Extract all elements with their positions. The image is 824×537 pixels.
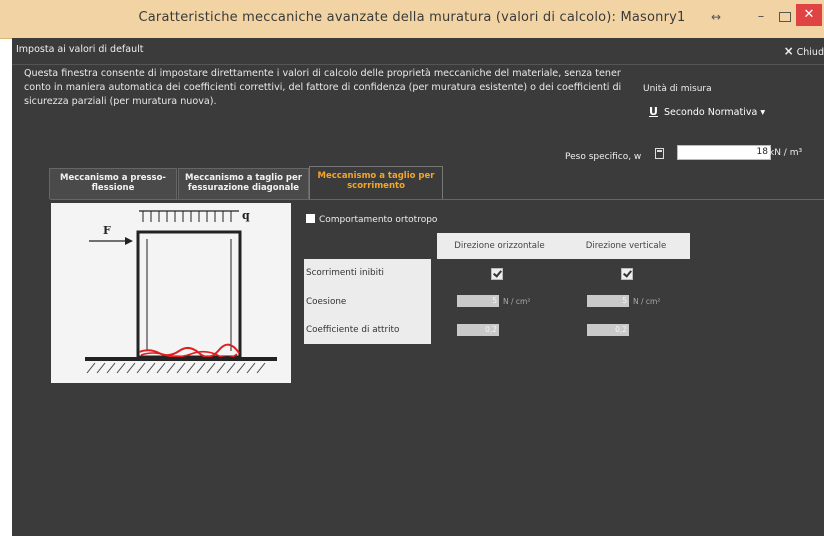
attrito-v-input[interactable]: 0,2	[587, 324, 629, 336]
units-dropdown[interactable]: U Secondo Normativa ▾	[649, 105, 765, 118]
row-label-coesione: Coesione	[306, 297, 347, 307]
load-label: q	[242, 209, 250, 222]
wall-diagram: q F	[51, 203, 291, 383]
peso-label: Peso specifico, w	[565, 152, 642, 162]
minimize-button[interactable]: –	[750, 6, 772, 28]
maximize-icon	[779, 12, 791, 22]
units-value: Secondo Normativa	[663, 107, 758, 118]
units-icon: U	[649, 105, 658, 118]
window-title: Caratteristiche meccaniche avanzate dell…	[138, 10, 686, 25]
orthotropic-label: Comportamento ortotropo	[319, 215, 438, 225]
main-panel: Imposta ai valori di default × Chiud Ques…	[12, 38, 824, 536]
dialog-window: Caratteristiche meccaniche avanzate dell…	[0, 0, 824, 536]
row-label-scorrimenti: Scorrimenti inibiti	[306, 268, 384, 278]
tab-scorrimento[interactable]: Meccanismo a taglio per scorrimento	[309, 166, 443, 200]
header-vertical: Direzione verticale	[562, 233, 690, 259]
units-label: Unità di misura	[643, 84, 712, 94]
row-label-attrito: Coefficiente di attrito	[306, 325, 400, 335]
row-labels: Scorrimenti inibiti Coesione Coefficient…	[304, 259, 431, 344]
close-window-button[interactable]: ✕	[796, 4, 822, 26]
force-label: F	[103, 224, 111, 237]
attrito-h-input[interactable]: 0,2	[457, 324, 499, 336]
peso-input[interactable]: 18	[677, 145, 771, 160]
tab-fessurazione-diagonale[interactable]: Meccanismo a taglio per fessurazione dia…	[178, 168, 309, 199]
orthotropic-checkbox[interactable]: Comportamento ortotropo	[306, 214, 437, 225]
calculator-icon[interactable]	[655, 148, 664, 159]
action-bar: Imposta ai valori di default × Chiud	[12, 38, 824, 65]
reset-defaults-link[interactable]: Imposta ai valori di default	[16, 44, 143, 55]
close-link[interactable]: × Chiud	[784, 44, 824, 58]
coesione-v-input[interactable]: 5	[587, 295, 629, 307]
orthotropic-checkbox-box[interactable]	[306, 214, 315, 223]
arrows-icon[interactable]: ↔	[704, 6, 728, 28]
coesione-h-unit: N / cm²	[503, 297, 531, 306]
close-icon: ×	[783, 44, 794, 58]
scorrimenti-h-checkbox[interactable]	[491, 268, 503, 280]
header-horizontal: Direzione orizzontale	[437, 233, 562, 259]
coesione-h-input[interactable]: 5	[457, 295, 499, 307]
peso-unit: kN / m³	[769, 148, 803, 158]
tab-pressoflessione[interactable]: Meccanismo a presso-flessione	[49, 168, 177, 199]
tab-content: q F Comportamento ortotropo Direzione or…	[50, 199, 824, 537]
close-link-label: Chiud	[796, 47, 824, 58]
scorrimenti-v-checkbox[interactable]	[621, 268, 633, 280]
title-bar: Caratteristiche meccaniche avanzate dell…	[0, 0, 824, 39]
chevron-down-icon: ▾	[760, 107, 766, 118]
description-text: Questa finestra consente di impostare di…	[24, 68, 622, 107]
coesione-v-unit: N / cm²	[633, 297, 661, 306]
maximize-button[interactable]	[775, 6, 795, 28]
